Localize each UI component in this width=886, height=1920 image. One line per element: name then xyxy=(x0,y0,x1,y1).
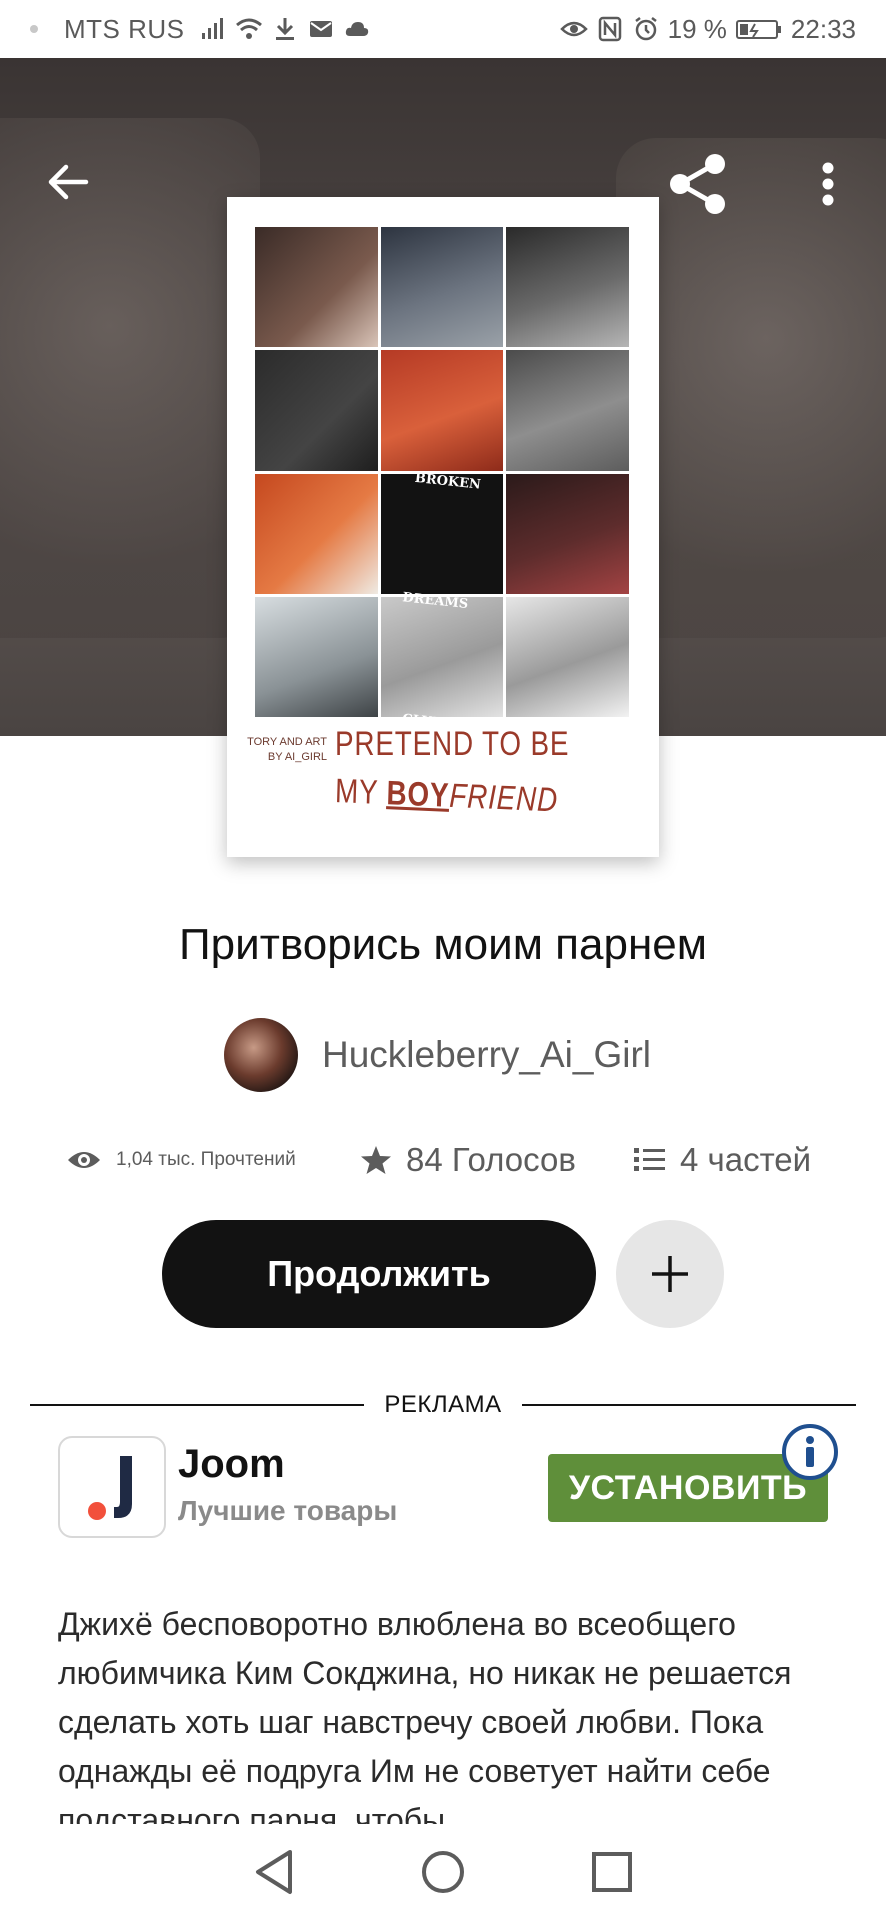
continue-reading-button[interactable]: Продолжить xyxy=(162,1220,596,1328)
reads-count: 1,04 тыс. Прочтений xyxy=(116,1149,296,1170)
collage-tile xyxy=(506,350,629,471)
system-nav-bar xyxy=(0,1824,886,1920)
ad-app-name[interactable]: Joom xyxy=(178,1442,285,1487)
back-arrow-icon xyxy=(48,164,89,200)
share-button[interactable] xyxy=(664,150,732,218)
votes-stat: 84 Голосов xyxy=(360,1136,576,1184)
ad-info-button[interactable] xyxy=(782,1424,838,1480)
more-options-button[interactable] xyxy=(800,152,856,216)
club-line: BROKEN xyxy=(413,470,482,493)
collage-tile xyxy=(255,227,378,348)
download-icon xyxy=(275,18,294,40)
cover-title-word: MY xyxy=(334,772,379,812)
plus-icon xyxy=(652,1256,688,1292)
parts-stat[interactable]: 4 частей xyxy=(634,1136,811,1184)
collage-tile xyxy=(506,596,629,717)
more-vert-icon xyxy=(822,162,834,206)
collage-tile xyxy=(255,596,378,717)
status-icons-right: 19 % 22:33 xyxy=(559,13,856,45)
cover-title-word: FRIEND xyxy=(448,776,559,820)
cloud-icon xyxy=(345,22,368,36)
alarm-icon xyxy=(634,17,657,41)
credit-line: TORY AND ART xyxy=(247,736,327,748)
eye-icon xyxy=(68,1152,100,1168)
story-title: Притворись моим парнем xyxy=(179,920,707,969)
cover-credit: TORY AND ART BY AI_GIRL xyxy=(227,735,327,765)
avatar[interactable] xyxy=(224,1018,298,1092)
back-button[interactable] xyxy=(36,150,100,214)
mail-icon xyxy=(309,21,332,37)
star-icon xyxy=(361,1146,391,1174)
ad-divider: РЕКЛАМА xyxy=(30,1390,857,1420)
story-stats: 1,04 тыс. Прочтений 84 Голосов 4 частей xyxy=(0,1136,886,1184)
carrier-name: MTS RUS xyxy=(64,13,185,44)
info-icon xyxy=(806,1436,814,1467)
book-cover[interactable]: BROKEN DREAMS CLUB TORY AND ART BY AI_GI… xyxy=(227,197,659,857)
parts-count[interactable]: 4 частей xyxy=(680,1141,811,1179)
status-bar: MTS RUS 19 % 22:33 xyxy=(0,0,886,58)
joom-logo-icon xyxy=(88,1456,132,1520)
circle-home-icon xyxy=(421,1851,464,1893)
credit-line: BY AI_GIRL xyxy=(267,751,327,763)
triangle-back-icon xyxy=(256,1850,293,1894)
club-line: DREAMS xyxy=(401,589,469,612)
cover-collage: BROKEN DREAMS CLUB xyxy=(255,227,629,730)
list-icon xyxy=(634,1148,665,1171)
cover-title-word: BOY xyxy=(385,774,450,815)
ad-app-logo[interactable] xyxy=(58,1436,166,1538)
nav-home-button[interactable] xyxy=(413,1842,473,1902)
collage-tile xyxy=(380,350,504,471)
author-name[interactable]: Huckleberry_Ai_Girl xyxy=(322,1034,651,1076)
author-link[interactable]: Huckleberry_Ai_Girl xyxy=(224,1018,651,1092)
add-to-library-button[interactable] xyxy=(616,1220,724,1328)
ad-tagline: Лучшие товары xyxy=(178,1495,398,1526)
story-description: Джихё бесповоротно влюблена во всеобщего… xyxy=(58,1606,792,1824)
signal-icon xyxy=(201,18,223,39)
cover-title-line1: PRETEND TO BE xyxy=(335,725,570,763)
notification-dot xyxy=(30,25,38,33)
wifi-icon xyxy=(235,18,262,39)
collage-tile xyxy=(506,227,629,348)
eye-icon xyxy=(559,21,588,37)
collage-tile xyxy=(255,350,378,471)
club-text: BROKEN DREAMS CLUB xyxy=(375,467,510,730)
battery-icon xyxy=(735,20,781,39)
nav-back-button[interactable] xyxy=(244,1842,304,1902)
nfc-icon xyxy=(598,16,621,42)
collage-tile xyxy=(255,473,378,594)
divider-line xyxy=(521,1404,857,1406)
collage-tile xyxy=(506,473,629,594)
votes-count: 84 Голосов xyxy=(406,1141,576,1178)
divider-line xyxy=(30,1404,365,1406)
square-recents-icon xyxy=(591,1852,632,1892)
share-icon xyxy=(670,154,725,214)
ad-label: РЕКЛАМА xyxy=(384,1391,502,1418)
nav-recents-button[interactable] xyxy=(582,1842,642,1902)
collage-tile-club: BROKEN DREAMS CLUB xyxy=(380,470,504,730)
clock: 22:33 xyxy=(790,13,856,44)
status-icons-left xyxy=(199,15,371,43)
battery-percent: 19 % xyxy=(667,13,727,44)
reads-stat: 1,04 тыс. Прочтений xyxy=(66,1136,296,1184)
collage-tile xyxy=(380,227,504,348)
